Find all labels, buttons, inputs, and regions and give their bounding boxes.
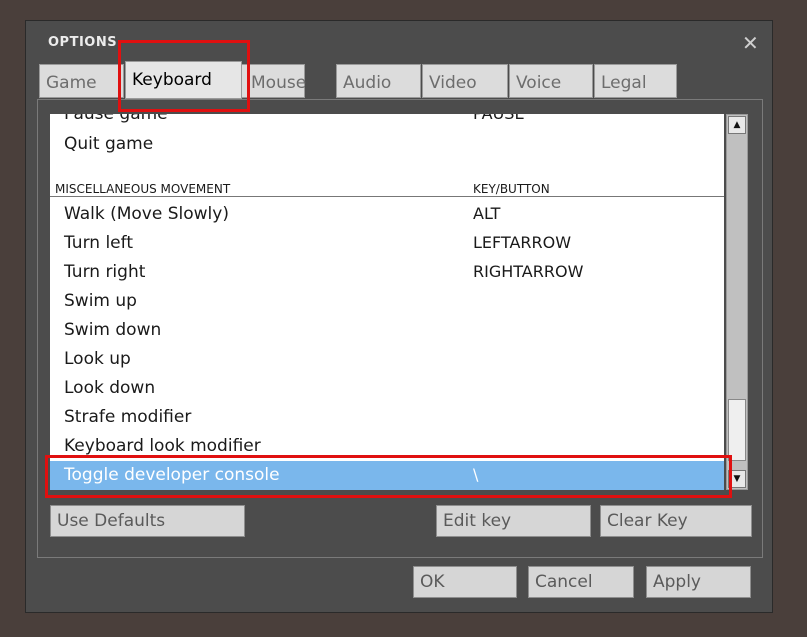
list-item[interactable]: Swim up <box>50 287 724 316</box>
cancel-button[interactable]: Cancel <box>528 566 634 598</box>
scroll-up-icon[interactable]: ▲ <box>728 116 746 134</box>
list-item[interactable]: Look up <box>50 345 724 374</box>
clear-key-button[interactable]: Clear Key <box>600 505 752 537</box>
edit-key-button[interactable]: Edit key <box>436 505 591 537</box>
use-defaults-button[interactable]: Use Defaults <box>50 505 245 537</box>
apply-button[interactable]: Apply <box>646 566 751 598</box>
list-item[interactable]: Strafe modifier <box>50 403 724 432</box>
tab-legal[interactable]: Legal <box>594 64 677 98</box>
list-item[interactable]: Keyboard look modifier <box>50 432 724 461</box>
scroll-thumb[interactable] <box>728 399 746 461</box>
list-item[interactable]: Swim down <box>50 316 724 345</box>
options-window: OPTIONS ✕ Game Mouse Audio Video Voice L… <box>25 20 773 613</box>
window-title: OPTIONS <box>48 35 118 50</box>
tab-video[interactable]: Video <box>422 64 508 98</box>
close-icon[interactable]: ✕ <box>742 33 759 53</box>
list-item-selected[interactable]: Toggle developer console \ <box>50 461 724 490</box>
tab-voice[interactable]: Voice <box>509 64 593 98</box>
list-item[interactable]: Quit game <box>50 130 724 159</box>
list-scrollbar[interactable]: ▲ ▼ <box>726 114 748 490</box>
key-binding-list[interactable]: Pause game PAUSE Quit game MISCELLANEOUS… <box>50 114 724 490</box>
tab-keyboard[interactable]: Keyboard <box>125 61 242 99</box>
ok-button[interactable]: OK <box>413 566 517 598</box>
list-item[interactable]: Turn right RIGHTARROW <box>50 258 724 287</box>
list-item[interactable]: Walk (Move Slowly) ALT <box>50 200 724 229</box>
tab-audio[interactable]: Audio <box>336 64 421 98</box>
list-item[interactable]: Look down <box>50 374 724 403</box>
tab-game[interactable]: Game <box>39 64 124 98</box>
section-header: MISCELLANEOUS MOVEMENT KEY/BUTTON <box>50 174 724 197</box>
scroll-down-icon[interactable]: ▼ <box>728 470 746 488</box>
list-item[interactable]: Pause game PAUSE <box>50 114 724 129</box>
list-item[interactable]: Turn left LEFTARROW <box>50 229 724 258</box>
